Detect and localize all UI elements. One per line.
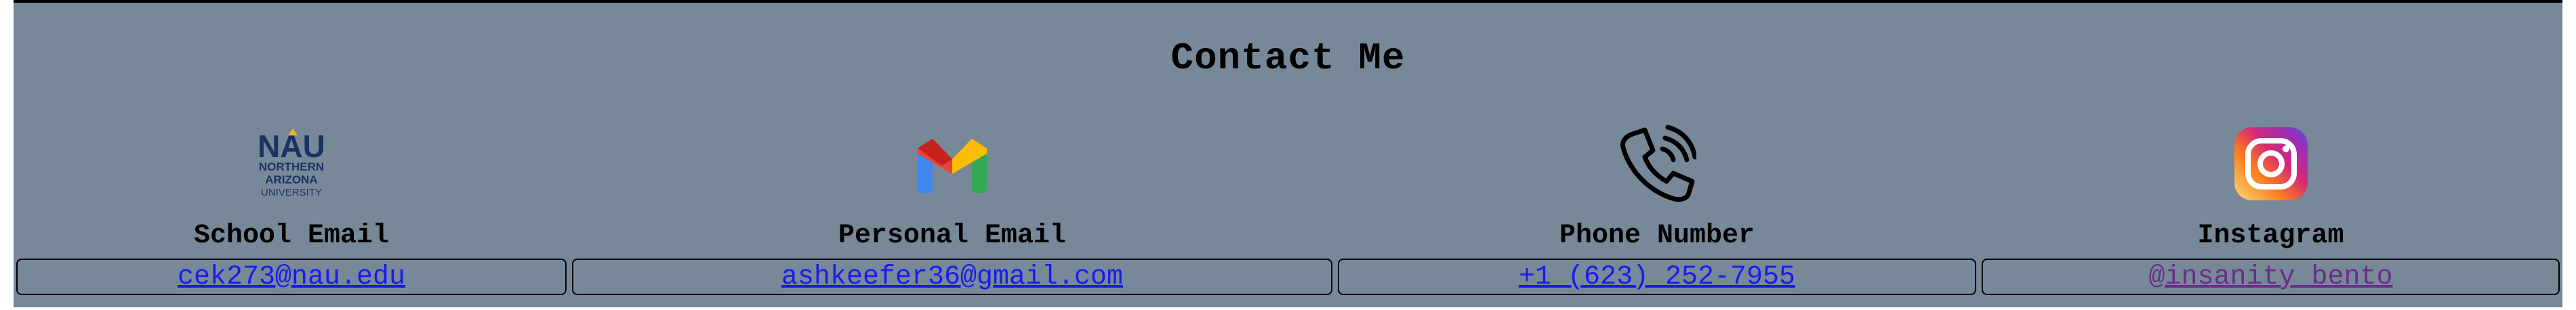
contact-section: Contact Me NAU NORTHERN ARIZONA UNIVERSI… bbox=[14, 0, 2562, 307]
instagram-icon bbox=[1979, 126, 2562, 202]
phone-number-link[interactable]: +1 (623) 252-7955 bbox=[1519, 262, 1795, 292]
nau-logo-icon: NAU NORTHERN ARIZONA UNIVERSITY bbox=[14, 126, 569, 202]
contact-item-school-email: NAU NORTHERN ARIZONA UNIVERSITY School E… bbox=[14, 3, 569, 310]
school-email-link[interactable]: cek273@nau.edu bbox=[178, 262, 405, 292]
instagram-label: Instagram bbox=[2197, 221, 2344, 251]
contact-item-phone: Phone Number +1 (623) 252-7955 bbox=[1335, 3, 1979, 310]
personal-email-box: ashkeefer36@gmail.com bbox=[572, 259, 1332, 295]
personal-email-label: Personal Email bbox=[838, 221, 1067, 251]
phone-number-box: +1 (623) 252-7955 bbox=[1338, 259, 1976, 295]
svg-text:ARIZONA: ARIZONA bbox=[265, 173, 317, 186]
svg-text:NORTHERN: NORTHERN bbox=[259, 160, 324, 173]
contact-item-personal-email: Personal Email ashkeefer36@gmail.com bbox=[569, 3, 1335, 310]
svg-text:UNIVERSITY: UNIVERSITY bbox=[261, 187, 322, 198]
gmail-icon bbox=[569, 126, 1335, 202]
contact-item-instagram: Instagram @insanity_bento bbox=[1979, 3, 2562, 310]
personal-email-link[interactable]: ashkeefer36@gmail.com bbox=[781, 262, 1123, 292]
phone-icon bbox=[1335, 125, 1979, 202]
school-email-box: cek273@nau.edu bbox=[16, 259, 567, 295]
school-email-label: School Email bbox=[193, 221, 390, 251]
instagram-link[interactable]: @insanity_bento bbox=[2148, 262, 2392, 292]
phone-number-label: Phone Number bbox=[1559, 221, 1755, 251]
instagram-box: @insanity_bento bbox=[1982, 259, 2560, 295]
